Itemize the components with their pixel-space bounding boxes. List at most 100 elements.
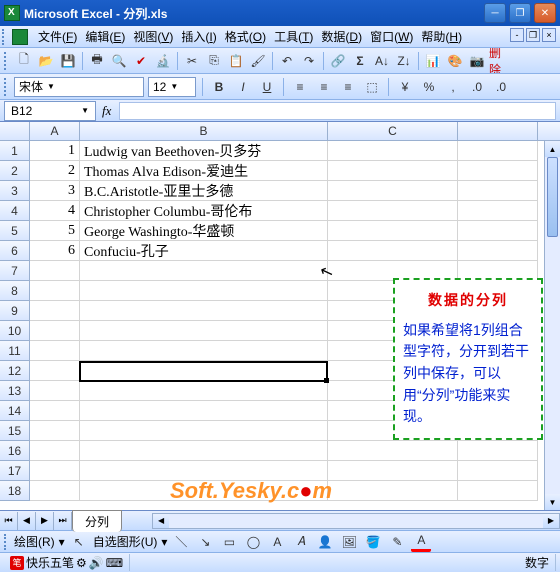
- cell[interactable]: [80, 301, 328, 321]
- row-header[interactable]: 6: [0, 241, 30, 261]
- sort-asc-button[interactable]: A↓: [372, 51, 392, 71]
- row-header[interactable]: 18: [0, 481, 30, 501]
- scroll-left-icon[interactable]: ◀: [153, 514, 169, 528]
- cell[interactable]: 6: [30, 241, 80, 261]
- cell[interactable]: 4: [30, 201, 80, 221]
- mdi-restore-button[interactable]: ❐: [526, 28, 540, 42]
- italic-button[interactable]: I: [233, 77, 253, 97]
- worksheet-grid[interactable]: A B C 11Ludwig van Beethoven-贝多芬22Thomas…: [0, 122, 560, 510]
- row-header[interactable]: 9: [0, 301, 30, 321]
- font-name-combo[interactable]: 宋体 ▼: [14, 77, 144, 97]
- cell[interactable]: Thomas Alva Edison-爱迪生: [80, 161, 328, 181]
- align-center-button[interactable]: ≡: [314, 77, 334, 97]
- pointer-button[interactable]: ↖: [69, 532, 89, 552]
- cell[interactable]: 1: [30, 141, 80, 161]
- row-header[interactable]: 14: [0, 401, 30, 421]
- cell[interactable]: [30, 421, 80, 441]
- column-header[interactable]: A: [30, 122, 80, 140]
- cell[interactable]: [458, 201, 538, 221]
- ime-sound-icon[interactable]: 🔊: [89, 556, 104, 570]
- cell[interactable]: [458, 181, 538, 201]
- cell[interactable]: [458, 441, 538, 461]
- cell[interactable]: [80, 401, 328, 421]
- menu-o[interactable]: 格式(O): [221, 25, 270, 48]
- row-header[interactable]: 8: [0, 281, 30, 301]
- menu-h[interactable]: 帮助(H): [417, 25, 466, 48]
- cell[interactable]: B.C.Aristotle-亚里士多德: [80, 181, 328, 201]
- maximize-button[interactable]: ❐: [509, 3, 531, 23]
- research-button[interactable]: 🔬: [153, 51, 173, 71]
- cell[interactable]: [80, 321, 328, 341]
- cell[interactable]: [80, 441, 328, 461]
- cell[interactable]: 3: [30, 181, 80, 201]
- rect-button[interactable]: ▭: [219, 532, 239, 552]
- scroll-thumb[interactable]: [547, 157, 558, 237]
- arrow-button[interactable]: ↘: [195, 532, 215, 552]
- menu-i[interactable]: 插入(I): [177, 25, 220, 48]
- cell[interactable]: [30, 301, 80, 321]
- sheet-tab[interactable]: 分列: [72, 510, 122, 532]
- percent-button[interactable]: %: [419, 77, 439, 97]
- sheet-first-button[interactable]: ⏮: [0, 512, 18, 530]
- menu-e[interactable]: 编辑(E): [81, 25, 129, 48]
- cell[interactable]: [458, 461, 538, 481]
- cell[interactable]: [458, 221, 538, 241]
- cell[interactable]: [328, 241, 458, 261]
- hyperlink-button[interactable]: 🔗: [328, 51, 348, 71]
- cell[interactable]: [80, 281, 328, 301]
- cell[interactable]: [30, 261, 80, 281]
- spell-button[interactable]: ✔: [131, 51, 151, 71]
- cell[interactable]: 5: [30, 221, 80, 241]
- menu-v[interactable]: 视图(V): [129, 25, 177, 48]
- cell[interactable]: [328, 181, 458, 201]
- line-color-button[interactable]: ✎: [387, 532, 407, 552]
- cell[interactable]: [30, 441, 80, 461]
- cell[interactable]: George Washingto-华盛顿: [80, 221, 328, 241]
- autosum-button[interactable]: Σ: [350, 51, 370, 71]
- comma-button[interactable]: ,: [443, 77, 463, 97]
- row-header[interactable]: 12: [0, 361, 30, 381]
- cell[interactable]: [80, 261, 328, 281]
- cell[interactable]: [30, 361, 80, 381]
- chart-button[interactable]: 📊: [423, 51, 443, 71]
- sheet-last-button[interactable]: ⏭: [54, 512, 72, 530]
- new-button[interactable]: 🗋: [14, 51, 34, 71]
- ime-icon[interactable]: 笔: [10, 556, 24, 570]
- fx-icon[interactable]: fx: [102, 103, 111, 119]
- align-right-button[interactable]: ≡: [338, 77, 358, 97]
- cell[interactable]: 2: [30, 161, 80, 181]
- row-header[interactable]: 17: [0, 461, 30, 481]
- cell[interactable]: [328, 221, 458, 241]
- cell[interactable]: [30, 321, 80, 341]
- row-header[interactable]: 11: [0, 341, 30, 361]
- row-header[interactable]: 1: [0, 141, 30, 161]
- cell[interactable]: [328, 481, 458, 501]
- row-header[interactable]: 10: [0, 321, 30, 341]
- draw-menu[interactable]: 绘图(R): [14, 533, 55, 550]
- camera-button[interactable]: 📷: [467, 51, 487, 71]
- cell[interactable]: [458, 141, 538, 161]
- column-header[interactable]: B: [80, 122, 328, 140]
- menu-w[interactable]: 窗口(W): [366, 25, 417, 48]
- cell[interactable]: [80, 381, 328, 401]
- close-button[interactable]: ✕: [534, 3, 556, 23]
- cell[interactable]: [80, 361, 328, 381]
- inc-decimal-button[interactable]: .0: [467, 77, 487, 97]
- format-painter-button[interactable]: 🖌: [248, 51, 268, 71]
- menu-f[interactable]: 文件(F): [34, 25, 81, 48]
- cell[interactable]: [80, 341, 328, 361]
- font-color-button[interactable]: A: [411, 532, 431, 552]
- scroll-up-icon[interactable]: ▲: [545, 141, 560, 157]
- underline-button[interactable]: U: [257, 77, 277, 97]
- select-all-corner[interactable]: [0, 122, 30, 140]
- row-header[interactable]: 2: [0, 161, 30, 181]
- minimize-button[interactable]: ─: [484, 3, 506, 23]
- font-size-combo[interactable]: 12 ▼: [148, 77, 196, 97]
- sheet-prev-button[interactable]: ◀: [18, 512, 36, 530]
- cell[interactable]: [458, 241, 538, 261]
- clipart-button[interactable]: 👤: [315, 532, 335, 552]
- cell[interactable]: [80, 421, 328, 441]
- cell[interactable]: [30, 281, 80, 301]
- print-button[interactable]: 🖶: [87, 51, 107, 71]
- cell[interactable]: [328, 141, 458, 161]
